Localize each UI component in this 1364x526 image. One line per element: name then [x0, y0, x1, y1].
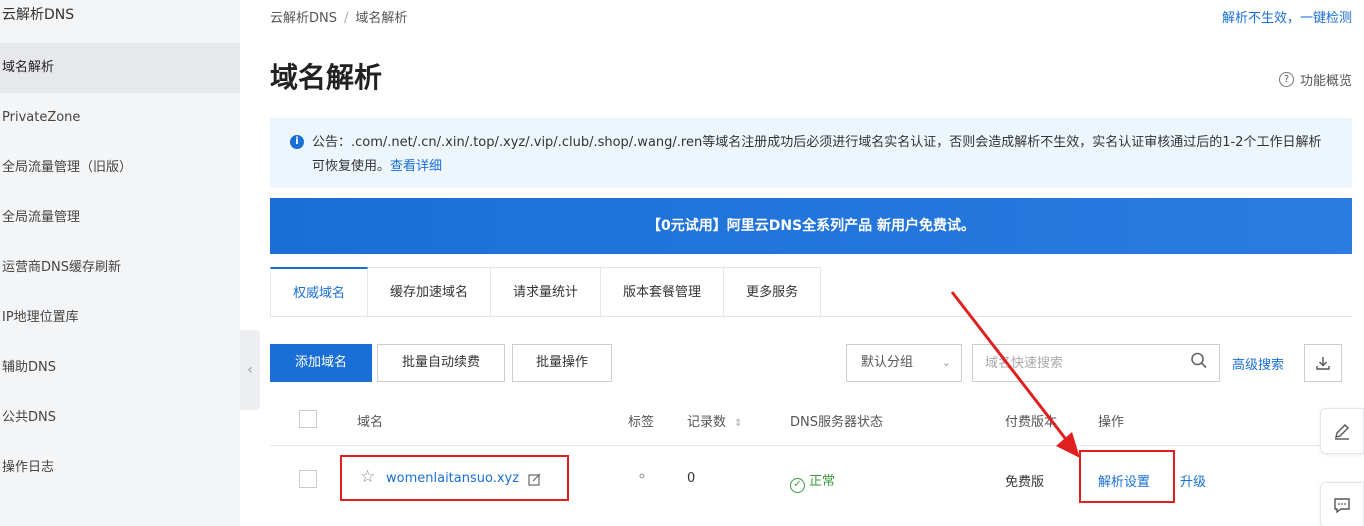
col-header-tag: 标签: [628, 415, 655, 430]
notice-text: 公告：.com/.net/.cn/.xin/.top/.xyz/.vip/.cl…: [312, 135, 1322, 174]
sidebar-item-privatezone[interactable]: PrivateZone: [0, 93, 240, 143]
batch-operations-button[interactable]: 批量操作: [512, 344, 612, 382]
tag-icon[interactable]: ⚬: [636, 469, 648, 485]
resolution-check-link[interactable]: 解析不生效，一键检测: [1222, 7, 1352, 26]
sidebar-item-public-dns[interactable]: 公共DNS: [0, 393, 240, 443]
export-button[interactable]: [1304, 344, 1342, 382]
dns-status: ✓ 正常: [790, 470, 835, 493]
notice-banner: i 公告：.com/.net/.cn/.xin/.top/.xyz/.vip/.…: [270, 118, 1352, 188]
overview-link-label: 功能概览: [1299, 74, 1352, 89]
chat-icon: [1334, 498, 1350, 514]
floating-chat-button[interactable]: [1320, 482, 1364, 526]
sidebar-item-ip-geolocation[interactable]: IP地理位置库: [0, 293, 240, 343]
col-header-dns-status: DNS服务器状态: [790, 415, 883, 430]
breadcrumb-separator: /: [344, 11, 349, 26]
overview-link[interactable]: ? 功能概览: [1278, 70, 1352, 89]
annotation-box-settings: [1079, 450, 1175, 503]
add-domain-button[interactable]: 添加域名: [270, 344, 372, 382]
tab-divider: [270, 316, 1352, 317]
col-header-records-label: 记录数: [687, 415, 727, 430]
tab-cache-accelerated-domains[interactable]: 缓存加速域名: [368, 267, 492, 317]
group-select[interactable]: 默认分组 ⌄: [846, 344, 962, 382]
chevron-left-icon: ‹: [247, 362, 253, 378]
dns-status-label: 正常: [809, 474, 836, 489]
page-title: 域名解析: [270, 61, 383, 94]
app-root: 云解析DNS 域名解析 PrivateZone 全局流量管理（旧版） 全局流量管…: [0, 0, 1364, 526]
tab-bar: 权威域名 缓存加速域名 请求量统计 版本套餐管理 更多服务: [270, 267, 822, 317]
pencil-icon: [1335, 424, 1349, 440]
row-checkbox[interactable]: [299, 470, 317, 488]
download-icon: [1316, 357, 1330, 370]
sidebar-item-gtm-legacy[interactable]: 全局流量管理（旧版）: [0, 143, 240, 193]
help-circle-icon: ?: [1278, 72, 1294, 87]
sort-icon: ⇕: [734, 418, 743, 429]
tab-plan-management[interactable]: 版本套餐管理: [601, 267, 725, 317]
group-select-value: 默认分组: [861, 355, 914, 370]
domain-search-input[interactable]: [972, 344, 1220, 382]
select-all-checkbox[interactable]: [299, 410, 317, 428]
col-header-records[interactable]: 记录数 ⇕: [687, 411, 743, 430]
chevron-down-icon: ⌄: [941, 356, 951, 369]
floating-edit-button[interactable]: [1320, 408, 1364, 454]
sidebar-item-isp-cache-refresh[interactable]: 运营商DNS缓存刷新: [0, 243, 240, 293]
record-count: 0: [687, 471, 696, 486]
col-header-domain: 域名: [357, 415, 384, 430]
sidebar-collapse-button[interactable]: ‹: [240, 330, 260, 410]
check-circle-icon: ✓: [790, 478, 805, 493]
tab-authoritative-domains[interactable]: 权威域名: [270, 267, 369, 317]
annotation-box-domain: [340, 455, 569, 501]
table-header: 域名 标签 记录数 ⇕ DNS服务器状态 付费版本 操作: [270, 396, 1352, 446]
info-icon: i: [290, 135, 304, 149]
tab-more-services[interactable]: 更多服务: [724, 267, 822, 317]
sidebar-title: 云解析DNS: [2, 7, 75, 23]
notice-details-link[interactable]: 查看详细: [390, 159, 442, 174]
col-header-plan: 付费版本: [1005, 415, 1058, 430]
plan-version: 免费版: [1005, 475, 1045, 490]
sidebar-item-secondary-dns[interactable]: 辅助DNS: [0, 343, 240, 393]
search-icon[interactable]: [1190, 351, 1208, 371]
tab-request-statistics[interactable]: 请求量统计: [491, 267, 602, 317]
sidebar-item-operation-log[interactable]: 操作日志: [0, 443, 240, 493]
col-header-actions: 操作: [1098, 415, 1125, 430]
sidebar: 云解析DNS 域名解析 PrivateZone 全局流量管理（旧版） 全局流量管…: [0, 0, 240, 526]
breadcrumb-item-current: 域名解析: [355, 11, 408, 26]
advanced-search-link[interactable]: 高级搜索: [1232, 354, 1284, 373]
sidebar-item-domain-resolution[interactable]: 域名解析: [0, 43, 240, 93]
breadcrumb: 云解析DNS / 域名解析: [270, 7, 407, 26]
batch-auto-renew-button[interactable]: 批量自动续费: [377, 344, 505, 382]
sidebar-item-gtm[interactable]: 全局流量管理: [0, 193, 240, 243]
breadcrumb-item-dns[interactable]: 云解析DNS: [270, 11, 337, 26]
promo-banner[interactable]: 【0元试用】阿里云DNS全系列产品 新用户免费试。: [270, 198, 1352, 254]
upgrade-link[interactable]: 升级: [1180, 471, 1206, 490]
